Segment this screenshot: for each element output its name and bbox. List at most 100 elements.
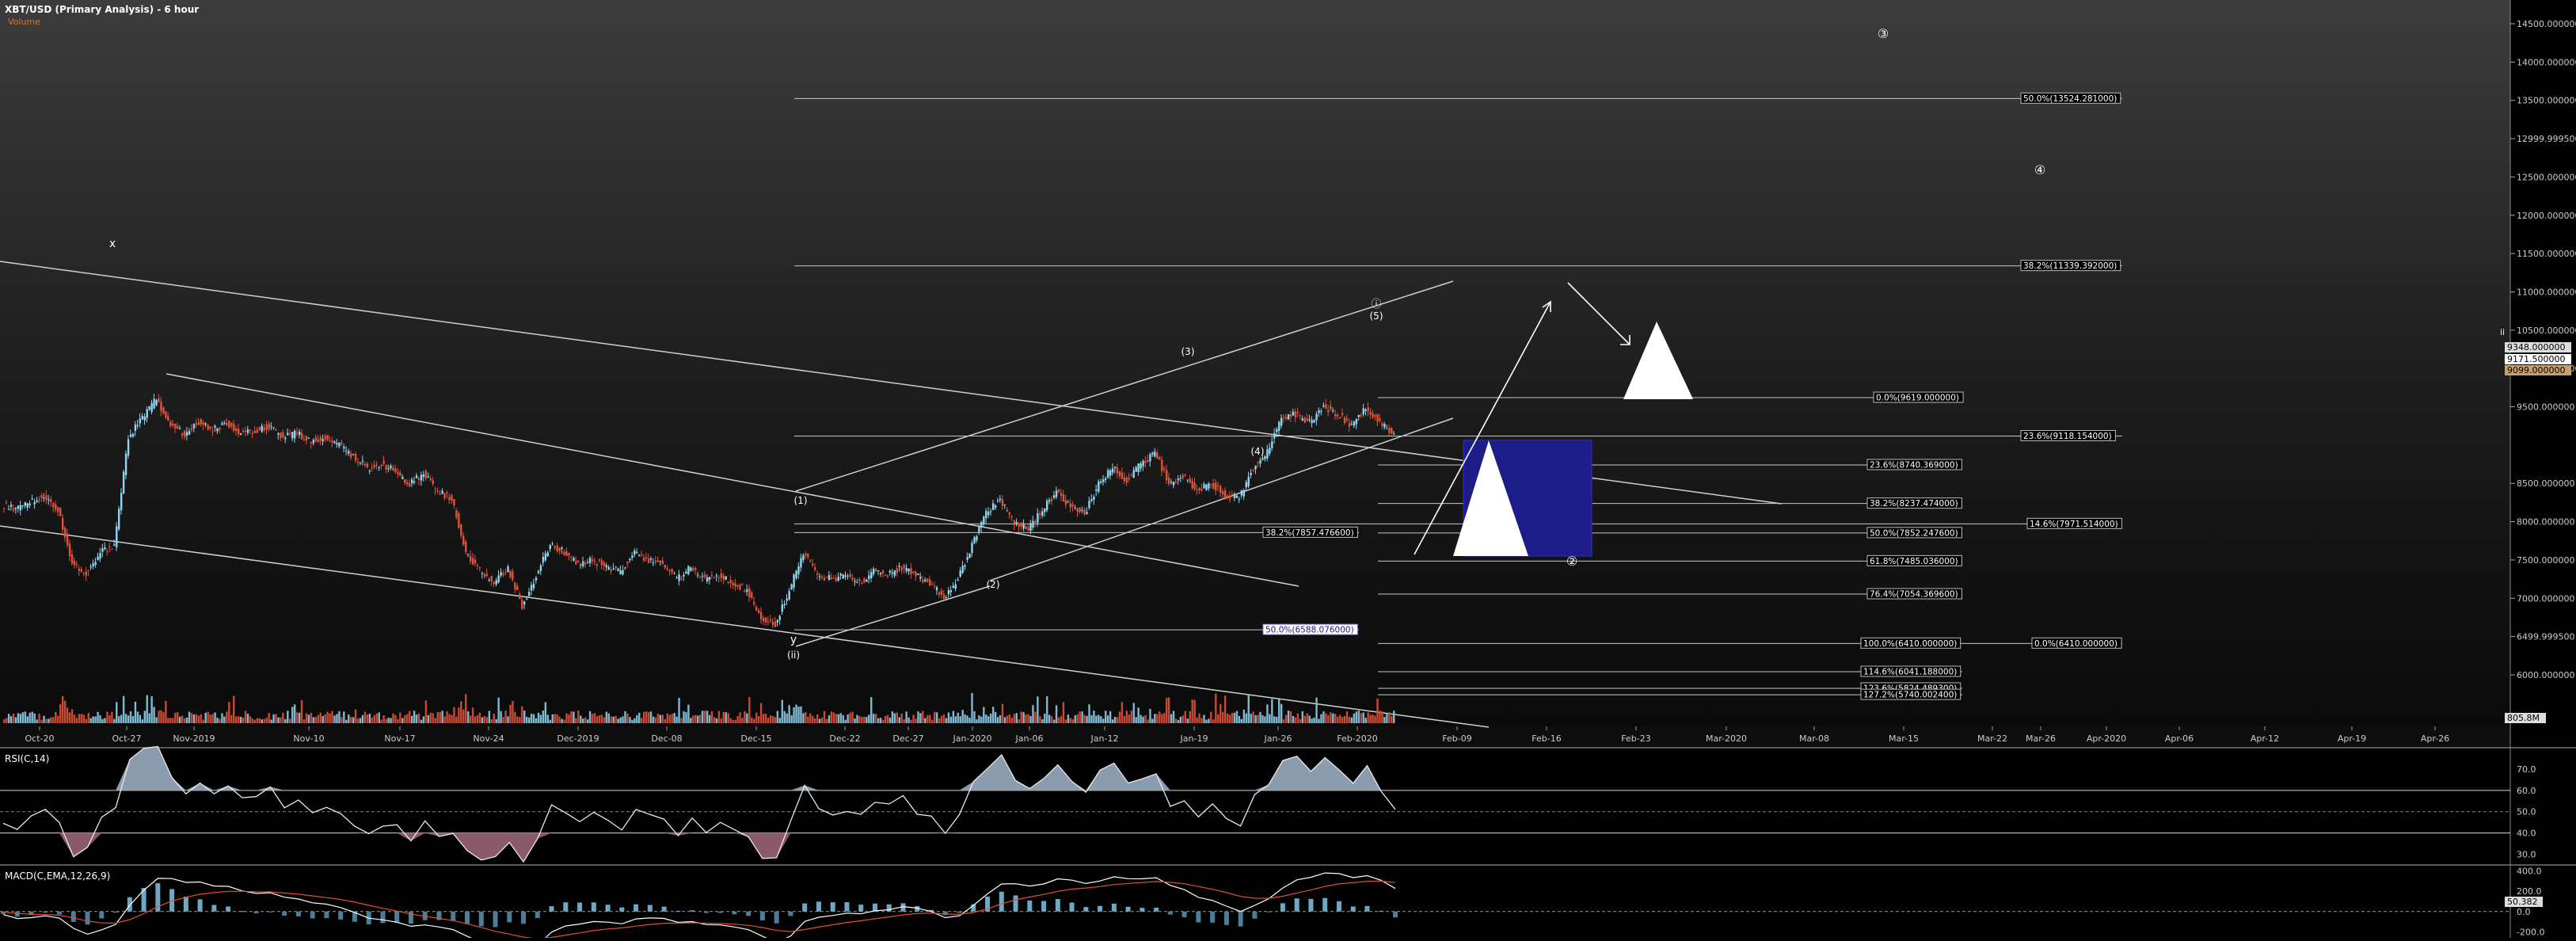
candle-body <box>312 440 315 444</box>
candle-body <box>793 574 795 588</box>
candle-body <box>50 499 52 502</box>
volume-bar <box>55 711 57 723</box>
candle-body <box>1046 501 1048 511</box>
volume-bar <box>1198 713 1200 723</box>
volume-bar <box>1165 698 1168 723</box>
volume-bar <box>634 718 636 723</box>
volume-bar <box>1393 711 1395 723</box>
volume-bar <box>830 711 833 723</box>
macd-histogram-bar <box>1167 911 1173 915</box>
volume-bar <box>778 718 782 723</box>
volume-bar <box>488 711 491 723</box>
volume-bar <box>832 712 835 723</box>
candle-body <box>410 479 413 484</box>
volume-bar <box>927 714 929 723</box>
candle-body <box>1334 413 1337 417</box>
volume-bar <box>668 714 671 723</box>
volume-bar <box>938 718 941 723</box>
macd-histogram-bar <box>282 911 287 916</box>
candle-body <box>802 554 805 561</box>
volume-bar <box>1374 715 1376 723</box>
candle-body <box>1261 458 1264 460</box>
volume-bar <box>699 714 702 723</box>
candle-body <box>1001 499 1004 506</box>
volume-bar <box>10 716 13 723</box>
volume-bar <box>190 713 193 723</box>
volume-bar <box>786 713 788 723</box>
candle-body <box>1386 428 1388 429</box>
volume-bar <box>1006 715 1009 723</box>
candle-body <box>12 509 15 511</box>
volume-bar <box>739 712 741 723</box>
candle-body <box>1123 477 1126 482</box>
volume-bar <box>537 712 540 723</box>
volume-bar <box>153 707 155 723</box>
candle-body <box>261 425 263 432</box>
candle-body <box>397 471 399 474</box>
volume-bar <box>1386 714 1388 723</box>
candle-body <box>1057 490 1060 493</box>
candle-body <box>1074 507 1076 509</box>
candle-body <box>1086 512 1088 515</box>
candle-body <box>209 426 211 429</box>
volume-bar <box>1013 714 1015 723</box>
volume-bar <box>345 719 348 723</box>
candle-body <box>1273 432 1276 439</box>
volume-bar <box>591 714 594 723</box>
volume-bar <box>1111 719 1114 723</box>
candle-body <box>485 573 489 577</box>
candle-body <box>509 570 512 577</box>
price-tick-label: 8500.000000 <box>2517 478 2574 489</box>
candle-body <box>181 433 184 436</box>
candle-body <box>70 554 74 564</box>
candle-body <box>1308 419 1311 421</box>
wave-label-circled-3: ③ <box>1878 26 1889 41</box>
volume-bar <box>558 716 561 723</box>
macd-histogram-bar <box>1041 901 1047 912</box>
candle-body <box>256 429 259 433</box>
volume-bar <box>1044 713 1046 723</box>
volume-bar <box>666 713 668 723</box>
candle-body <box>469 555 472 562</box>
volume-bar <box>812 715 814 723</box>
volume-bar <box>710 711 713 723</box>
volume-bar <box>467 711 470 723</box>
fib-label: 23.6%(9118.154000) <box>2023 432 2112 441</box>
candle-body <box>577 561 580 562</box>
volume-bar <box>17 713 20 723</box>
wave-label-1: (1) <box>794 495 808 506</box>
candle-body <box>703 574 706 577</box>
volume-bar <box>1177 719 1180 723</box>
candle-body <box>525 599 528 600</box>
candle-body <box>1029 523 1032 531</box>
volume-bar <box>940 715 943 723</box>
candle-body <box>1135 467 1137 472</box>
candle-body <box>558 547 561 552</box>
volume-bar <box>1161 714 1163 723</box>
candle-body <box>237 429 240 434</box>
volume-bar <box>507 716 509 723</box>
volume-bar <box>1159 711 1161 723</box>
chart-svg[interactable]: XBT/USD (Primary Analysis) - 6 hour Volu… <box>0 0 2576 941</box>
price-tick-label: 7500.000000 <box>2517 555 2574 566</box>
candle-body <box>617 568 619 571</box>
chart-stage: XBT/USD (Primary Analysis) - 6 hour Volu… <box>0 0 2576 941</box>
candle-body <box>148 406 150 410</box>
macd-histogram-bar <box>675 910 681 912</box>
price-badge-2: 9171.500000 <box>2507 354 2565 364</box>
macd-histogram-bar <box>634 904 639 912</box>
rsi-tick-label: 40.0 <box>2517 829 2536 839</box>
candle-body <box>26 503 29 508</box>
volume-bar <box>1355 711 1358 723</box>
volume-bar <box>68 712 71 723</box>
candle-body <box>174 424 177 429</box>
candle-body <box>888 570 892 573</box>
candle-body <box>504 572 507 573</box>
candle-body <box>1341 413 1344 415</box>
volume-bar <box>565 713 568 723</box>
volume-bar <box>825 718 828 723</box>
volume-bar <box>1174 718 1178 723</box>
volume-bar <box>82 714 86 723</box>
candle-body <box>202 422 204 425</box>
candle-body <box>690 567 692 572</box>
